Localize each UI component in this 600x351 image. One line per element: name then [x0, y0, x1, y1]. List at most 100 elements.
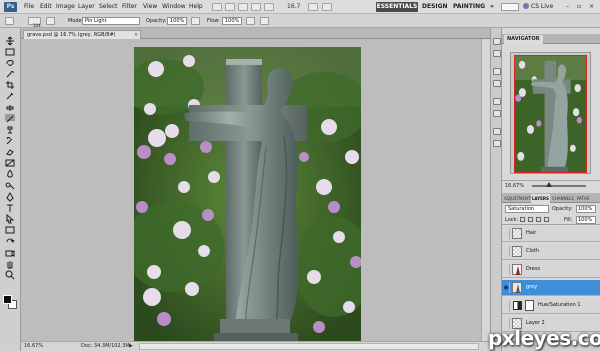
hand-tool-icon[interactable]	[5, 259, 15, 269]
launch-bridge-icon[interactable]	[212, 3, 222, 11]
menu-help[interactable]: Help	[189, 3, 203, 10]
character-panel-icon[interactable]	[493, 128, 501, 135]
zoom-tool-icon[interactable]	[264, 3, 274, 11]
lasso-tool-icon[interactable]	[5, 58, 15, 66]
pen-tool-icon[interactable]	[5, 192, 15, 202]
shape-tool-icon[interactable]	[5, 225, 15, 234]
view-extras-icon[interactable]	[238, 3, 248, 11]
canvas-workspace[interactable]	[21, 39, 490, 341]
crop-tool-icon[interactable]	[5, 80, 15, 89]
layer-row-hair[interactable]: Hair	[502, 226, 600, 242]
pressure-size-icon[interactable]	[260, 17, 269, 25]
menu-view[interactable]: View	[143, 3, 157, 10]
vertical-scrollbar[interactable]	[481, 39, 490, 341]
navigator-zoom-slider[interactable]	[532, 182, 586, 187]
layer-row-cloth[interactable]: Cloth	[502, 244, 600, 260]
navigator-zoom-knob[interactable]	[546, 182, 552, 187]
layer-visibility-toggle[interactable]	[503, 246, 510, 257]
cs-live-button[interactable]: CS Live	[523, 3, 553, 10]
lock-position-icon[interactable]	[536, 217, 541, 222]
layer-row-hue-saturation[interactable]: Hue/Saturation 1	[502, 298, 600, 314]
opacity-field[interactable]: 100%	[167, 17, 187, 25]
status-menu-arrow-icon[interactable]: ▶	[129, 343, 133, 349]
layer-blend-mode-select[interactable]: Saturation	[505, 205, 549, 213]
layer-row-grey[interactable]: ◉ grey	[502, 280, 600, 296]
history-panel-icon[interactable]	[493, 38, 501, 45]
layer-visibility-toggle[interactable]	[503, 228, 510, 239]
workspace-more-button[interactable]: »	[488, 2, 496, 12]
search-input[interactable]	[501, 3, 519, 11]
document-tab[interactable]: grave.psd @ 16.7% (grey, RGB/8#) ×	[23, 30, 141, 39]
document-tab-close-button[interactable]: ×	[134, 31, 138, 39]
document-canvas[interactable]	[134, 47, 361, 341]
quick-selection-tool-icon[interactable]	[5, 69, 15, 78]
layer-visibility-toggle[interactable]	[503, 300, 510, 311]
lock-pixels-icon[interactable]	[528, 217, 533, 222]
styles-panel-icon[interactable]	[493, 80, 501, 87]
blend-mode-select[interactable]: Pin Light	[82, 17, 140, 25]
layer-row-dress[interactable]: Dress	[502, 262, 600, 278]
hand-tool-icon[interactable]	[251, 3, 261, 11]
fill-field[interactable]: 100%	[576, 216, 596, 224]
airbrush-icon[interactable]	[246, 17, 255, 25]
layer-visibility-eye-icon[interactable]: ◉	[503, 282, 510, 293]
actions-panel-icon[interactable]	[493, 50, 501, 57]
type-tool-icon[interactable]	[5, 203, 15, 212]
layer-mask-thumbnail[interactable]	[525, 300, 534, 311]
tab-adjustments[interactable]: ADJUSTMENTS	[503, 194, 534, 203]
tab-paths[interactable]: PATHS	[576, 194, 591, 203]
healing-brush-tool-icon[interactable]	[5, 103, 15, 111]
clone-source-panel-icon[interactable]	[493, 110, 501, 117]
lock-all-icon[interactable]	[544, 217, 549, 222]
workspace-design-button[interactable]: DESIGN	[422, 2, 448, 12]
menu-image[interactable]: Image	[56, 3, 75, 10]
screen-mode-icon[interactable]	[322, 3, 332, 11]
status-zoom-field[interactable]: 16.67%	[24, 343, 43, 349]
navigator-zoom-value[interactable]: 16.67%	[505, 183, 524, 189]
path-selection-tool-icon[interactable]	[5, 214, 15, 224]
menu-file[interactable]: File	[24, 3, 34, 10]
navigator-view-box[interactable]	[514, 55, 587, 173]
dodge-tool-icon[interactable]	[5, 180, 15, 190]
layer-opacity-field[interactable]: 100%	[576, 205, 596, 213]
tab-navigator[interactable]: NAVIGATOR	[504, 35, 543, 44]
tab-layers[interactable]: LAYERS	[531, 194, 550, 203]
brush-panel-toggle-icon[interactable]	[46, 17, 55, 25]
close-button[interactable]: ×	[589, 3, 594, 10]
workspace-painting-button[interactable]: PAINTING	[453, 2, 485, 12]
lock-transparency-icon[interactable]	[520, 217, 525, 222]
gradient-tool-icon[interactable]	[5, 158, 15, 167]
tool-preset-brush-icon[interactable]	[5, 17, 14, 25]
marquee-tool-icon[interactable]	[5, 47, 15, 56]
pressure-opacity-icon[interactable]	[191, 17, 200, 25]
navigator-preview[interactable]	[510, 52, 591, 174]
workspace-essentials-button[interactable]: ESSENTIALS	[376, 2, 418, 12]
blur-tool-icon[interactable]	[5, 169, 15, 178]
history-brush-tool-icon[interactable]	[5, 136, 15, 145]
menu-window[interactable]: Window	[162, 3, 186, 10]
layer-visibility-toggle[interactable]	[503, 264, 510, 275]
clone-stamp-tool-icon[interactable]	[5, 125, 15, 134]
menu-zoom-level[interactable]: 16.7	[287, 3, 300, 10]
tab-channels[interactable]: CHANNELS	[551, 194, 575, 203]
arrange-documents-icon[interactable]	[308, 3, 318, 11]
restore-button[interactable]: ▫	[577, 3, 581, 10]
3d-rotate-tool-icon[interactable]	[5, 237, 15, 244]
menu-layer[interactable]: Layer	[78, 3, 95, 10]
move-tool-icon[interactable]	[5, 36, 15, 46]
foreground-color-swatch[interactable]	[3, 295, 12, 304]
eraser-tool-icon[interactable]	[5, 147, 15, 156]
3d-camera-tool-icon[interactable]	[5, 248, 15, 257]
minimize-button[interactable]: –	[566, 3, 569, 10]
eyedropper-tool-icon[interactable]	[5, 91, 15, 100]
flow-field[interactable]: 100%	[222, 17, 242, 25]
brush-panel-icon[interactable]	[493, 98, 501, 105]
launch-mini-bridge-icon[interactable]	[225, 3, 235, 11]
menu-filter[interactable]: Filter	[122, 3, 137, 10]
zoom-tool-icon[interactable]	[5, 270, 15, 280]
menu-select[interactable]: Select	[99, 3, 118, 10]
paragraph-panel-icon[interactable]	[493, 140, 501, 147]
menu-edit[interactable]: Edit	[40, 3, 52, 10]
brush-tool-icon[interactable]	[5, 114, 15, 123]
swatches-panel-icon[interactable]	[493, 68, 501, 75]
